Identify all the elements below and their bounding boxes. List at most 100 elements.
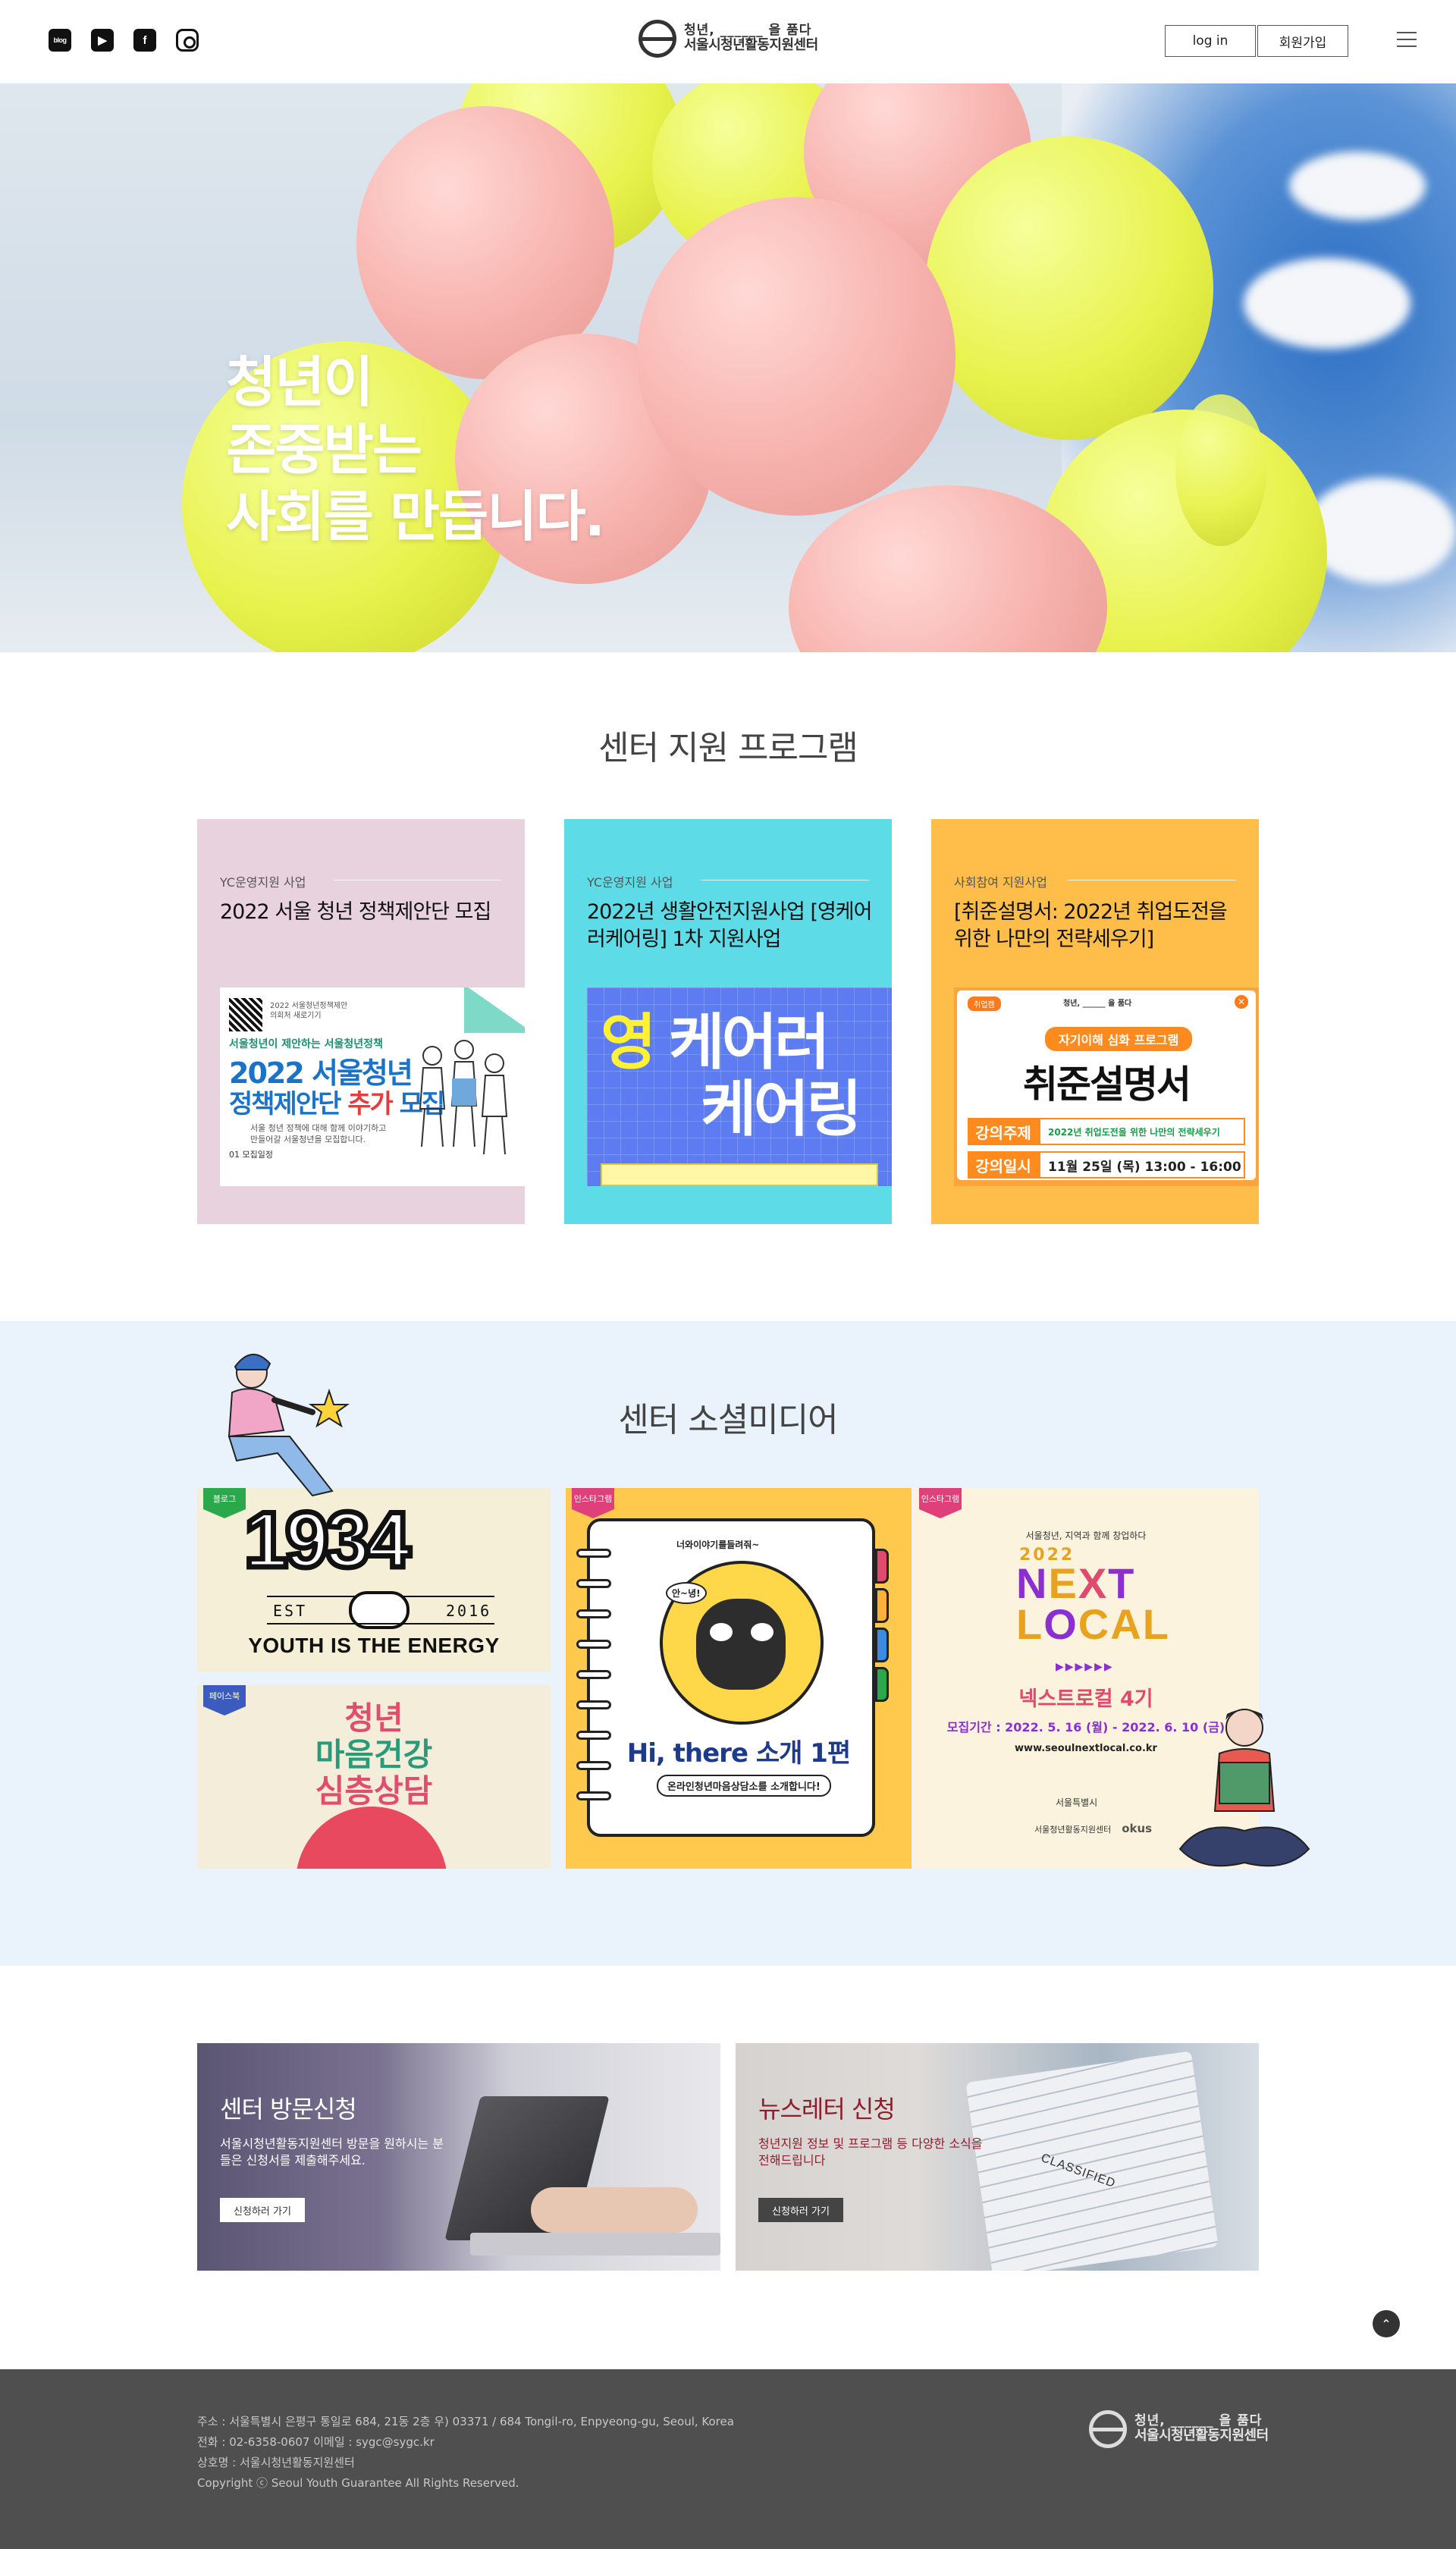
row-key: 강의주제	[968, 1118, 1039, 1145]
instagram-badge: 인스타그램	[919, 1488, 962, 1518]
programs-title: 센터 지원 프로그램	[598, 729, 858, 768]
notebook-tab	[875, 1588, 889, 1623]
tile-title: Hi, there 소개 1편	[626, 1738, 851, 1769]
logo-text: 청년, ______ 을 품다 서울시청년활동지원센터	[1134, 2412, 1269, 2444]
logo-mark-icon	[1089, 2410, 1127, 2448]
auth-buttons: log in 회원가입	[1165, 25, 1348, 57]
girl-with-star-illustration	[228, 1354, 350, 1497]
cloud	[1304, 478, 1456, 584]
program-card-jobguide[interactable]: 사회참여 지원사업 [취준설명서: 2022년 취업도전을 위한 나만의 전략세…	[931, 819, 1259, 1224]
social-tile-blog[interactable]: 1934 EST 2016 YOUTH IS THE ENERGY 블로그	[197, 1488, 551, 1672]
login-button[interactable]: log in	[1165, 25, 1256, 57]
banner-description: 청년지원 정보 및 프로그램 등 다양한 소식을 전해드립니다	[758, 2136, 983, 2168]
logo-slogan: 청년, ______ 을 품다	[684, 22, 812, 38]
ring	[576, 1640, 611, 1649]
social-tile-facebook[interactable]: 청년 마음건강 심층상담 페이스북	[197, 1685, 551, 1869]
heart-icon	[296, 1807, 447, 1869]
hamburger-menu-icon[interactable]	[1397, 32, 1417, 49]
thumb-headline-2b: 추가	[347, 1089, 394, 1119]
footer-address: 주소 : 서울특별시 은평구 통일로 684, 21동 2층 우) 03371 …	[197, 2415, 734, 2428]
banner-title: 센터 방문신청	[220, 2095, 357, 2124]
boy-reading-illustration	[1178, 1709, 1310, 1867]
thumb-description: 서울 청년 정책에 대해 함께 이야기하고 만들어갈 서울청년을 모집합니다.	[250, 1123, 387, 1145]
instagram-badge: 인스타그램	[572, 1488, 614, 1518]
letter: L	[1142, 1600, 1170, 1648]
letter: O	[1043, 1600, 1078, 1648]
cat-face	[696, 1599, 786, 1690]
logo-slogan: 청년, ______ 을 품다	[1134, 2412, 1263, 2428]
program-thumbnail: 취업캠 청년, ______ 을 품다 ✕ 자기이해 심화 프로그램 취준설명서…	[954, 987, 1259, 1186]
eye	[710, 1623, 733, 1641]
youtube-icon[interactable]: ▶	[91, 29, 114, 52]
site-header: blog ▶ f 청년, ______ 을 품다 서울시청년활동지원센터 log…	[0, 0, 1456, 83]
balloon	[637, 197, 956, 516]
laptop-base	[470, 2233, 720, 2255]
program-card-policy[interactable]: YC운영지원 사업 2022 서울 청년 정책제안단 모집 2022 서울청년정…	[197, 819, 525, 1224]
program-title: 2022 서울 청년 정책제안단 모집	[220, 900, 491, 924]
hero-line-1: 청년이	[226, 350, 374, 414]
logo-mark-icon	[639, 20, 676, 58]
row-value: 2022년 취업도전을 위한 나만의 전략세우기	[1039, 1118, 1245, 1145]
blog-icon[interactable]: blog	[49, 29, 71, 52]
cloud	[1289, 152, 1426, 220]
thumb-panel: 취업캠 청년, ______ 을 품다 ✕ 자기이해 심화 프로그램 취준설명서…	[957, 990, 1256, 1180]
tile-year: 2016	[446, 1602, 492, 1620]
site-logo[interactable]: 청년, ______ 을 품다 서울시청년활동지원센터	[639, 20, 818, 58]
footer-company-name: 상호명 : 서울시청년활동지원센터	[197, 2456, 355, 2469]
program-thumbnail: 영 케어러 케어링	[587, 987, 892, 1186]
program-title: 2022년 생활안전지원사업 [영케어러케어링] 1차 지원사업	[587, 900, 873, 951]
close-icon: ✕	[1235, 995, 1248, 1009]
banner-title: 뉴스레터 신청	[758, 2095, 896, 2124]
arrows-icon: ▶▶▶▶▶▶	[1056, 1661, 1114, 1673]
tile-word-local: LOCAL	[1016, 1603, 1170, 1646]
thumb-headline-2a: 정책제안단	[229, 1089, 341, 1119]
ring	[576, 1609, 611, 1618]
facebook-icon[interactable]: f	[133, 29, 156, 52]
okus-logo: okus	[1122, 1822, 1153, 1835]
people-illustration	[419, 1040, 508, 1155]
newsletter-apply-button[interactable]: 신청하러 가기	[758, 2198, 843, 2222]
social-tile-instagram-1[interactable]: 너와이야기를들려줘~ 안~녕! Hi, there 소개 1편 온라인청년마음상…	[566, 1488, 912, 1869]
footer-logo[interactable]: 청년, ______ 을 품다 서울시청년활동지원센터	[1089, 2410, 1269, 2448]
thumb-word-3: 케어링	[701, 1074, 862, 1144]
program-title: [취준설명서: 2022년 취업도전을 위한 나만의 전략세우기]	[954, 900, 1228, 951]
tile-header: 서울청년, 지역과 함께 창업하다	[1025, 1530, 1147, 1541]
program-category: YC운영지원 사업	[220, 875, 306, 890]
newspaper-image	[965, 2051, 1219, 2271]
thumb-brand: 청년, ______ 을 품다	[1063, 1000, 1132, 1008]
instagram-icon[interactable]	[176, 29, 199, 52]
notebook-tab	[875, 1628, 889, 1662]
thumb-bar	[601, 1163, 878, 1186]
typing-hands	[531, 2187, 698, 2233]
thumb-main-title: 취준설명서	[1023, 1063, 1191, 1107]
row-key: 강의일시	[968, 1151, 1039, 1179]
site-footer: 주소 : 서울특별시 은평구 통일로 684, 21동 2층 우) 03371 …	[0, 2369, 1456, 2549]
visit-apply-button[interactable]: 신청하러 가기	[220, 2198, 305, 2222]
speech-bubble: 안~녕!	[666, 1582, 707, 1604]
row-value: 11월 25일 (목) 13:00 - 16:00	[1039, 1151, 1245, 1179]
seoul-logo: 서울특별시	[1056, 1797, 1098, 1808]
thumb-pill: 자기이해 심화 프로그램	[1045, 1027, 1193, 1051]
scroll-to-top-icon[interactable]: ⌃	[1373, 2310, 1400, 2337]
tile-est: EST	[273, 1602, 308, 1620]
tile-subtitle: 온라인청년마음상담소를 소개합니다!	[657, 1775, 831, 1797]
tile-tagline: YOUTH IS THE ENERGY	[248, 1634, 500, 1657]
cloud	[1244, 258, 1410, 349]
thumb-row-date: 강의일시 11월 25일 (목) 13:00 - 16:00	[968, 1151, 1245, 1179]
newsletter-banner[interactable]: CLASSIFIED 뉴스레터 신청 청년지원 정보 및 프로그램 등 다양한 …	[736, 2043, 1259, 2271]
divider	[701, 880, 869, 881]
visit-request-banner[interactable]: 센터 방문신청 서울시청년활동지원센터 방문을 원하시는 분들은 신청서를 제출…	[197, 2043, 720, 2271]
letter: C	[1078, 1600, 1111, 1648]
ring	[576, 1670, 611, 1679]
hero-banner: 청년이 존중받는 사회를 만듭니다.	[0, 83, 1456, 652]
thumb-subtitle: 서울청년이 제안하는 서울청년정책	[229, 1038, 383, 1050]
thumb-tag: 취업캠	[968, 997, 1001, 1011]
tile-number: 1934	[241, 1494, 413, 1587]
footer-info: 주소 : 서울특별시 은평구 통일로 684, 21동 2층 우) 03371 …	[197, 2412, 734, 2494]
program-card-youngcarer[interactable]: YC운영지원 사업 2022년 생활안전지원사업 [영케어러케어링] 1차 지원…	[564, 819, 892, 1224]
hero-line-2: 존중받는	[226, 417, 422, 482]
ring	[576, 1791, 611, 1800]
partner-logos: 서울청년활동지원센터 okus	[1034, 1822, 1152, 1835]
tile-caption: 너와이야기를들려줘~	[676, 1540, 760, 1550]
signup-button[interactable]: 회원가입	[1257, 25, 1348, 57]
